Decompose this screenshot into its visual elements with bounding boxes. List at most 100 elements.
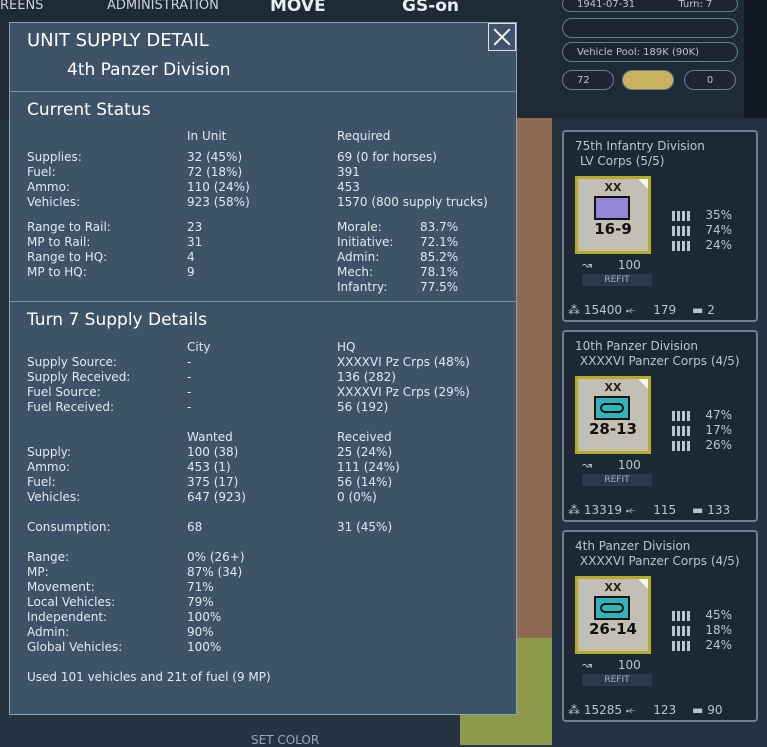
status-required: 391 bbox=[337, 165, 360, 179]
stat-row: 24% bbox=[672, 238, 732, 252]
unit-name: 75th Infantry Division bbox=[575, 139, 705, 153]
source-hq: XXXXVI Pz Crps (48%) bbox=[337, 355, 470, 369]
range-label: MP to Rail: bbox=[27, 235, 91, 249]
men-count: 15400 bbox=[583, 303, 623, 317]
date-text: 1941-07-31 bbox=[577, 0, 636, 10]
status-required: 69 (0 for horses) bbox=[337, 150, 437, 164]
range-value: 9 bbox=[187, 265, 195, 279]
received-value: 0 (0%) bbox=[337, 490, 377, 504]
unit-card[interactable]: 4th Panzer Division XXXXVI Panzer Corps … bbox=[562, 530, 758, 722]
range-value: 4 bbox=[187, 250, 195, 264]
factor-value: 100% bbox=[187, 610, 222, 624]
dialog-unit-name: 4th Panzer Division bbox=[67, 60, 231, 80]
unit-name: 10th Panzer Division bbox=[575, 339, 699, 353]
source-hq: 56 (192) bbox=[337, 400, 389, 414]
unit-counter[interactable]: XX 16-9 bbox=[575, 176, 651, 254]
readiness-icon bbox=[672, 425, 690, 436]
refit-button[interactable]: REFIT bbox=[582, 274, 652, 286]
unit-card[interactable]: 10th Panzer Division XXXXVI Panzer Corps… bbox=[562, 330, 758, 522]
field-0-text: 0 bbox=[706, 75, 714, 86]
stat-row: 17% bbox=[672, 423, 732, 437]
stat-row: 74% bbox=[672, 223, 732, 237]
range-label: Range to HQ: bbox=[27, 250, 108, 264]
close-icon[interactable] bbox=[488, 23, 516, 51]
consumption-label: Consumption: bbox=[27, 520, 111, 534]
men-count: 13319 bbox=[583, 503, 623, 517]
status-in-unit: 923 (58%) bbox=[187, 195, 250, 209]
gun-icon: ⤝ bbox=[625, 303, 636, 317]
supply-icon: ↝ bbox=[582, 658, 593, 672]
stat-row: 26% bbox=[672, 438, 732, 452]
tank-count: 2 bbox=[707, 303, 715, 317]
supply-row: ↝ 100 bbox=[582, 258, 641, 272]
rating-label: Morale: bbox=[337, 220, 382, 234]
range-label: MP to HQ: bbox=[27, 265, 87, 279]
col-in-unit: In Unit bbox=[187, 129, 227, 143]
experience-icon bbox=[672, 610, 690, 621]
refit-button[interactable]: REFIT bbox=[582, 474, 652, 486]
source-hq: XXXXVI Pz Crps (29%) bbox=[337, 385, 470, 399]
status-required: 453 bbox=[337, 180, 360, 194]
rating-value: 72.1% bbox=[420, 235, 459, 249]
panzer-icon bbox=[594, 596, 630, 620]
source-label: Supply Received: bbox=[27, 370, 131, 384]
factor-label: Movement: bbox=[27, 580, 95, 594]
status-label: Ammo: bbox=[27, 180, 70, 194]
unit-totals: ⁂ 13319 ⤝ 115 ▬ 133 bbox=[568, 503, 730, 518]
wanted-value: 375 (17) bbox=[187, 475, 239, 489]
source-city: - bbox=[187, 355, 192, 369]
status-in-unit: 32 (45%) bbox=[187, 150, 243, 164]
supply-value: 100 bbox=[617, 658, 641, 672]
status-label: Vehicles: bbox=[27, 195, 81, 209]
unit-strength: 26-14 bbox=[589, 620, 637, 638]
status-required: 1570 (800 supply trucks) bbox=[337, 195, 488, 209]
rating-label: Infantry: bbox=[337, 280, 388, 294]
supply-icon: ↝ bbox=[582, 258, 593, 272]
tank-icon: ▬ bbox=[692, 503, 704, 517]
source-city: - bbox=[187, 370, 192, 384]
wanted-label: Ammo: bbox=[27, 460, 70, 474]
current-status-heading: Current Status bbox=[27, 100, 151, 120]
source-hq: 136 (282) bbox=[337, 370, 396, 384]
stat-row: 35% bbox=[672, 208, 732, 222]
menu-screens[interactable]: REENS bbox=[0, 0, 43, 14]
rating-value: 78.1% bbox=[420, 265, 459, 279]
gun-count: 123 bbox=[653, 703, 677, 717]
unit-corps: LV Corps (5/5) bbox=[580, 154, 665, 168]
turn-supply-heading: Turn 7 Supply Details bbox=[27, 310, 207, 330]
supply-value: 100 bbox=[617, 458, 641, 472]
empty-field bbox=[562, 18, 738, 38]
menu-gs-on[interactable]: GS-on bbox=[402, 0, 459, 16]
panzer-icon bbox=[594, 396, 630, 420]
factor-label: MP: bbox=[27, 565, 49, 579]
menu-administration[interactable]: ADMINISTRATION bbox=[107, 0, 219, 14]
usage-summary: Used 101 vehicles and 21t of fuel (9 MP) bbox=[27, 670, 271, 684]
refit-button[interactable]: REFIT bbox=[582, 674, 652, 686]
readiness-icon bbox=[672, 225, 690, 236]
consumption-wanted: 68 bbox=[187, 520, 203, 534]
status-label: Supplies: bbox=[27, 150, 82, 164]
vehicle-pool-display: Vehicle Pool: 189K (90K) bbox=[562, 42, 738, 62]
unit-card[interactable]: 75th Infantry Division LV Corps (5/5) XX… bbox=[562, 130, 758, 322]
unit-supply-dialog: UNIT SUPPLY DETAIL 4th Panzer Division C… bbox=[9, 22, 517, 715]
tank-count: 90 bbox=[707, 703, 723, 717]
vehicle-pool-text: Vehicle Pool: 189K (90K) bbox=[577, 47, 700, 58]
fatigue-icon bbox=[672, 640, 690, 651]
rating-value: 85.2% bbox=[420, 250, 459, 264]
stat-value: 24% bbox=[705, 638, 732, 652]
rating-label: Admin: bbox=[337, 250, 380, 264]
men-count: 15285 bbox=[583, 703, 623, 717]
unit-counter[interactable]: XX 28-13 bbox=[575, 376, 651, 454]
men-icon: ⁂ bbox=[568, 703, 580, 717]
unit-name: 4th Panzer Division bbox=[575, 539, 691, 553]
supply-icon: ↝ bbox=[582, 458, 593, 472]
received-value: 56 (14%) bbox=[337, 475, 393, 489]
unit-counter[interactable]: XX 26-14 bbox=[575, 576, 651, 654]
menu-move[interactable]: MOVE bbox=[270, 0, 326, 16]
rating-value: 83.7% bbox=[420, 220, 459, 234]
turn-text: Turn: 7 bbox=[678, 0, 713, 10]
unit-totals: ⁂ 15285 ⤝ 123 ▬ 90 bbox=[568, 703, 722, 718]
wanted-label: Vehicles: bbox=[27, 490, 81, 504]
stat-row: 24% bbox=[672, 638, 732, 652]
source-city: - bbox=[187, 385, 192, 399]
